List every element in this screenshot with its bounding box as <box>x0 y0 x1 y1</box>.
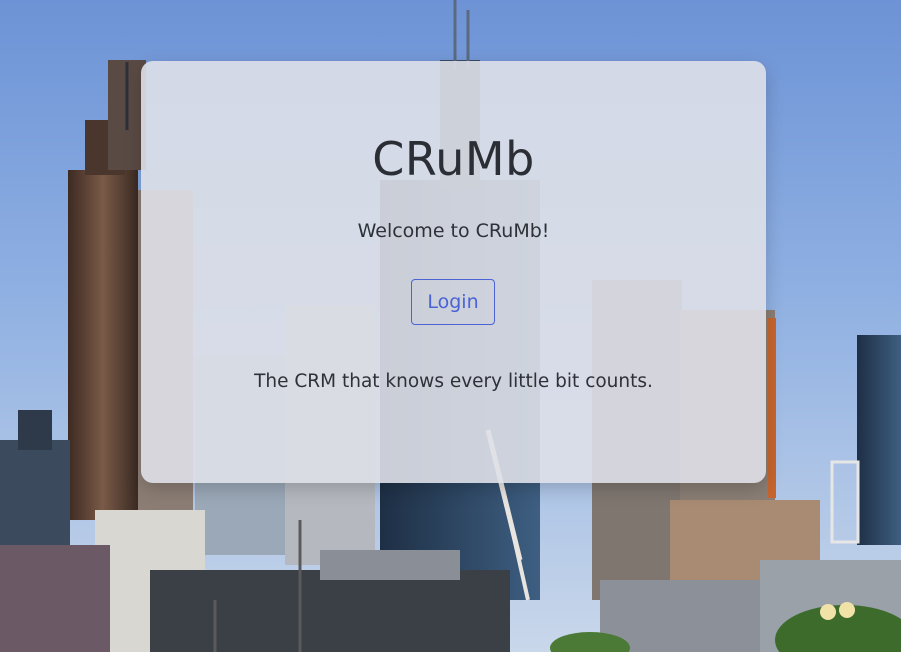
welcome-message: Welcome to CRuMb! <box>357 220 550 242</box>
app-title: CRuMb <box>372 132 535 186</box>
login-button[interactable]: Login <box>411 279 495 325</box>
tagline: The CRM that knows every little bit coun… <box>254 371 653 392</box>
welcome-card: CRuMb Welcome to CRuMb! Login The CRM th… <box>141 61 766 483</box>
